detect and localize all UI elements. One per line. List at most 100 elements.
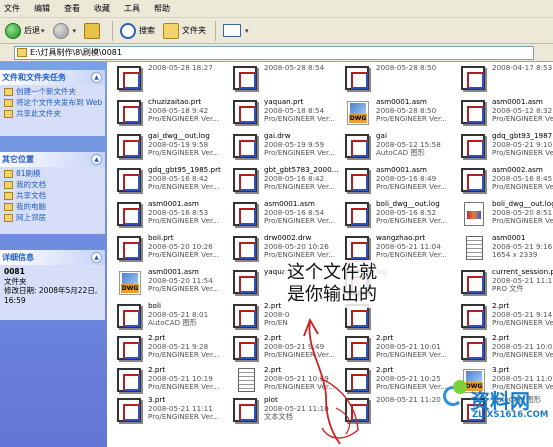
views-button[interactable]: ▾ bbox=[220, 20, 252, 42]
file-item[interactable]: 2008-05-28 18:27 bbox=[115, 64, 233, 94]
file-item[interactable]: gbt_gbt5783_2000... 2008-05-16 8:42 Pro/EN… bbox=[231, 166, 349, 196]
proe-file-icon bbox=[115, 98, 145, 128]
views-icon bbox=[223, 24, 242, 37]
file-item[interactable]: asm0002.asm 2008-05-16 8:45 Pro/ENGINEER V… bbox=[459, 166, 553, 196]
back-dropdown-icon[interactable]: ▾ bbox=[41, 27, 45, 35]
file-label: gdq_gbt95_1985.prt 2008-05-16 8:42 Pro/ENG… bbox=[148, 166, 234, 192]
file-item[interactable]: asm0001.asm 2008-05-16 8:53 Pro/ENGINEER V… bbox=[115, 200, 233, 230]
file-label: boli_dwg__out.log 2008-05-20 8:51 Pro/ENGI… bbox=[492, 200, 553, 226]
search-button[interactable]: 搜索 bbox=[117, 20, 158, 42]
file-label: asm0002.asm 2008-05-16 8:45 Pro/ENGINEER V… bbox=[492, 166, 553, 192]
proe-file-icon bbox=[115, 166, 145, 196]
menu-edit[interactable]: 编辑 bbox=[34, 3, 50, 14]
proe-file-icon bbox=[459, 334, 489, 364]
up-button[interactable] bbox=[81, 20, 106, 42]
file-item[interactable]: asm0001.asm2008-05-28 8:50Pro/ENGINEER V… bbox=[343, 98, 461, 128]
file-type: Pro/ENGINEER Ver... bbox=[376, 216, 448, 226]
details-header[interactable]: 详细信息 ▲ bbox=[0, 250, 105, 265]
address-input[interactable]: E:\灯具制作\8\刷模\0081 bbox=[14, 45, 534, 60]
forward-arrow-icon bbox=[52, 22, 69, 39]
proe-file-icon bbox=[115, 366, 145, 396]
task-share-folder[interactable]: 共享此文件夹 bbox=[4, 109, 103, 118]
file-item[interactable]: 2008-04-17 8:53 bbox=[459, 64, 553, 94]
file-item[interactable]: 2.prt 2008-05-21 10:19 Pro/ENGINEER Ver... bbox=[115, 366, 233, 396]
proe-file-icon bbox=[231, 64, 261, 94]
file-item[interactable]: current_session.pro2008-05-21 11:17PRO 文… bbox=[459, 268, 553, 298]
file-type: AutoCAD 图形 bbox=[148, 318, 197, 328]
place-my-documents[interactable]: 我的文档 bbox=[4, 180, 103, 189]
file-item[interactable]: 2008-05-28 8:50 bbox=[343, 64, 461, 94]
toolbar-separator bbox=[112, 20, 114, 41]
file-item[interactable]: 3.prt 2008-05-21 11:11 Pro/ENGINEER Ver... bbox=[115, 396, 233, 426]
file-item[interactable]: boli_dwg__out.log 2008-05-16 8:52 Pro/ENGI… bbox=[343, 200, 461, 230]
back-button[interactable]: 后退 ▾ bbox=[2, 20, 48, 42]
task-new-folder[interactable]: 创建一个新文件夹 bbox=[4, 87, 103, 96]
collapse-chevron-icon[interactable]: ▲ bbox=[91, 72, 102, 83]
address-bar: E:\灯具制作\8\刷模\0081 bbox=[0, 44, 553, 62]
other-places-header[interactable]: 其它位置 ▲ bbox=[0, 152, 105, 167]
place-label: 我的文档 bbox=[16, 180, 46, 189]
place-network[interactable]: 网上邻居 bbox=[4, 213, 103, 222]
file-label: 2008-04-17 8:53 bbox=[492, 64, 553, 73]
menu-tools[interactable]: 工具 bbox=[124, 3, 140, 14]
forward-dropdown-icon[interactable]: ▾ bbox=[73, 27, 77, 35]
file-item[interactable]: 2008-05-28 8:54 bbox=[231, 64, 349, 94]
place-shared-documents[interactable]: 共享文档 bbox=[4, 191, 103, 200]
details-modified: 修改日期: 2008年5月22日, 16:59 bbox=[4, 286, 98, 305]
file-item[interactable]: gdq_gbt93_1987.prt2008-05-21 9:10Pro/ENG… bbox=[459, 132, 553, 162]
proe-file-icon bbox=[343, 132, 373, 162]
file-item[interactable]: boli 2008-05-21 8:01 AutoCAD 图形 bbox=[115, 302, 233, 332]
file-label: gai 2008-05-12 15:58 AutoCAD 图形 bbox=[376, 132, 462, 158]
file-item[interactable]: yaquan.prt 2008-05-18 8:54 Pro/ENGINEER Ve… bbox=[231, 98, 349, 128]
file-item[interactable]: gai.drw 2008-05-19 9:59 Pro/ENGINEER Ver..… bbox=[231, 132, 349, 162]
handdrawn-arrow-icon bbox=[303, 317, 359, 445]
file-type: Pro/ENGINEER Ver... bbox=[148, 350, 220, 360]
proe-file-icon bbox=[231, 302, 261, 332]
file-item[interactable]: gdq_gbt95_1985.prt 2008-05-16 8:42 Pro/ENG… bbox=[115, 166, 233, 196]
watermark-url: ZL.XS1616.COM bbox=[472, 410, 549, 420]
file-item[interactable]: asm0001.asm2008-05-20 11:54Pro/ENGINEER … bbox=[115, 268, 233, 298]
file-item[interactable]: asm0001.asm 2008-05-16 8:49 Pro/ENGINEER V… bbox=[343, 166, 461, 196]
file-label: 2008-05-28 18:27 bbox=[148, 64, 234, 73]
place-my-computer[interactable]: 我的电脑 bbox=[4, 202, 103, 211]
file-label: asm0001.asm 2008-05-16 8:53 Pro/ENGINEER V… bbox=[148, 200, 234, 226]
file-item[interactable]: asm0001.asm 2008-05-12 8:32 Pro/ENGINEER V… bbox=[459, 98, 553, 128]
file-label: 2008-05-28 8:54 bbox=[264, 64, 350, 73]
task-publish-web[interactable]: 将这个文件夹发布到 Web bbox=[4, 98, 103, 107]
menu-view[interactable]: 查看 bbox=[64, 3, 80, 14]
file-label: yaquan.prt 2008-05-18 8:54 Pro/ENGINEER Ve… bbox=[264, 98, 350, 124]
task-label: 将这个文件夹发布到 Web bbox=[16, 98, 103, 107]
file-item[interactable]: boli.prt 2008-05-20 10:26 Pro/ENGINEER Ver… bbox=[115, 234, 233, 264]
file-item[interactable]: gai_dwg__out.log 2008-05-19 9:58 Pro/ENGIN… bbox=[115, 132, 233, 162]
new-folder-icon bbox=[4, 88, 13, 96]
file-item[interactable]: 2.prt 2008-05-21 9:28 Pro/ENGINEER Ver... bbox=[115, 334, 233, 364]
search-label: 搜索 bbox=[139, 26, 156, 35]
proe-file-icon bbox=[343, 200, 373, 230]
file-item[interactable]: 2.prt2008-05-21 10:05Pro/ENGINEER Ver... bbox=[459, 334, 553, 364]
file-item[interactable]: asm0001 2008-05-21 9:16 1654 x 2339 bbox=[459, 234, 553, 264]
menu-favorites[interactable]: 收藏 bbox=[94, 3, 110, 14]
file-label: asm0001 2008-05-21 9:16 1654 x 2339 bbox=[492, 234, 553, 260]
file-type: Pro/ENGINEER Ver... bbox=[264, 148, 336, 158]
collapse-chevron-icon[interactable]: ▲ bbox=[91, 252, 102, 263]
file-tasks-header[interactable]: 文件和文件夹任务 ▲ bbox=[0, 70, 105, 85]
annotation-line-1: 这个文件就 bbox=[287, 262, 377, 283]
computer-icon bbox=[4, 203, 13, 211]
place-81-brush-mold[interactable]: 81刷模 bbox=[4, 169, 103, 178]
collapse-chevron-icon[interactable]: ▲ bbox=[91, 154, 102, 165]
file-item[interactable]: 2.prt2008-05-21 9:14Pro/ENGINEER Ver... bbox=[459, 302, 553, 332]
file-item[interactable]: gai 2008-05-12 15:58 AutoCAD 图形 bbox=[343, 132, 461, 162]
file-item[interactable]: chuzizaitao.prt 2008-05-18 9:42 Pro/ENGINE… bbox=[115, 98, 233, 128]
menu-file[interactable]: 文件 bbox=[4, 3, 20, 14]
folders-button[interactable]: 文件夹 bbox=[160, 20, 209, 42]
other-places-panel: 其它位置 ▲ 81刷模 我的文档 共享文档 我的电脑 网上邻居 bbox=[0, 152, 105, 234]
proe-file-icon bbox=[115, 396, 145, 426]
file-item[interactable]: boli_dwg__out.log 2008-05-20 8:51 Pro/ENGI… bbox=[459, 200, 553, 230]
forward-button[interactable]: ▾ bbox=[50, 20, 80, 42]
details-title: 详细信息 bbox=[2, 253, 34, 262]
file-type: Pro/ENGINEER Ver... bbox=[148, 216, 220, 226]
file-item[interactable]: asm0001.asm 2008-05-16 8:54 Pro/ENGINEER V… bbox=[231, 200, 349, 230]
menu-help[interactable]: 帮助 bbox=[154, 3, 170, 14]
views-dropdown-icon[interactable]: ▾ bbox=[245, 27, 249, 35]
folder-icon bbox=[17, 48, 27, 57]
